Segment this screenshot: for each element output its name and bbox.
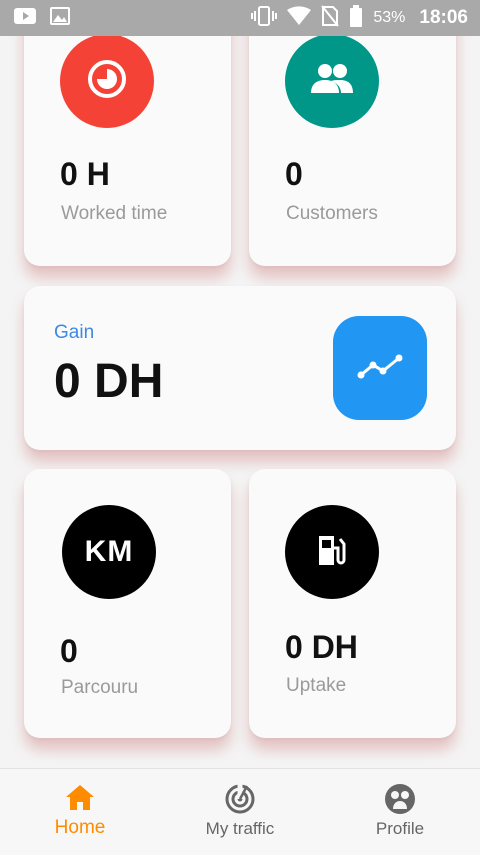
bottom-navigation: Home My traffic Profile <box>0 768 480 855</box>
nav-my-traffic[interactable]: My traffic <box>160 769 320 855</box>
worked-time-value: 0 H <box>60 156 110 192</box>
status-bar: 53% 18:06 <box>0 0 480 36</box>
vibrate-icon <box>251 6 278 30</box>
timer-icon <box>85 57 129 105</box>
home-icon <box>65 783 95 815</box>
parcouru-card[interactable]: KM 0 Parcouru <box>24 469 231 738</box>
gain-title: Gain <box>54 322 95 343</box>
wifi-icon <box>287 6 312 30</box>
km-icon-circle: KM <box>62 505 156 599</box>
nav-home[interactable]: Home <box>0 769 160 855</box>
gas-station-icon <box>314 532 350 572</box>
worked-time-label: Worked time <box>61 203 168 224</box>
nav-profile[interactable]: Profile <box>320 769 480 855</box>
trend-line-icon <box>357 353 403 383</box>
youtube-icon <box>14 8 36 28</box>
people-icon <box>309 62 355 100</box>
worked-time-icon-circle <box>60 34 154 128</box>
gain-card[interactable]: Gain 0 DH <box>24 286 456 450</box>
gain-icon-box <box>333 316 427 420</box>
radar-icon <box>224 783 256 819</box>
nav-profile-label: Profile <box>375 819 425 838</box>
customers-value: 0 <box>285 156 303 192</box>
uptake-icon-circle <box>285 505 379 599</box>
nav-my-traffic-label: My traffic <box>205 819 275 838</box>
worked-time-card[interactable]: 0 H Worked time <box>24 0 231 266</box>
nav-home-label: Home <box>54 817 106 838</box>
profile-icon <box>384 783 416 819</box>
customers-icon-circle <box>285 34 379 128</box>
uptake-card[interactable]: 0 DH Uptake <box>249 469 456 738</box>
battery-percent: 53% <box>373 9 406 26</box>
gain-value: 0 DH <box>54 355 164 408</box>
customers-label: Customers <box>286 203 378 224</box>
parcouru-value: 0 <box>60 633 78 669</box>
battery-icon <box>349 5 363 31</box>
image-icon <box>50 7 70 29</box>
uptake-value: 0 DH <box>285 629 358 665</box>
km-icon: KM <box>84 535 134 568</box>
clock: 18:06 <box>419 7 468 28</box>
parcouru-label: Parcouru <box>61 677 139 698</box>
no-sim-icon <box>321 5 340 31</box>
customers-card[interactable]: 0 Customers <box>249 0 456 266</box>
uptake-label: Uptake <box>286 675 347 696</box>
